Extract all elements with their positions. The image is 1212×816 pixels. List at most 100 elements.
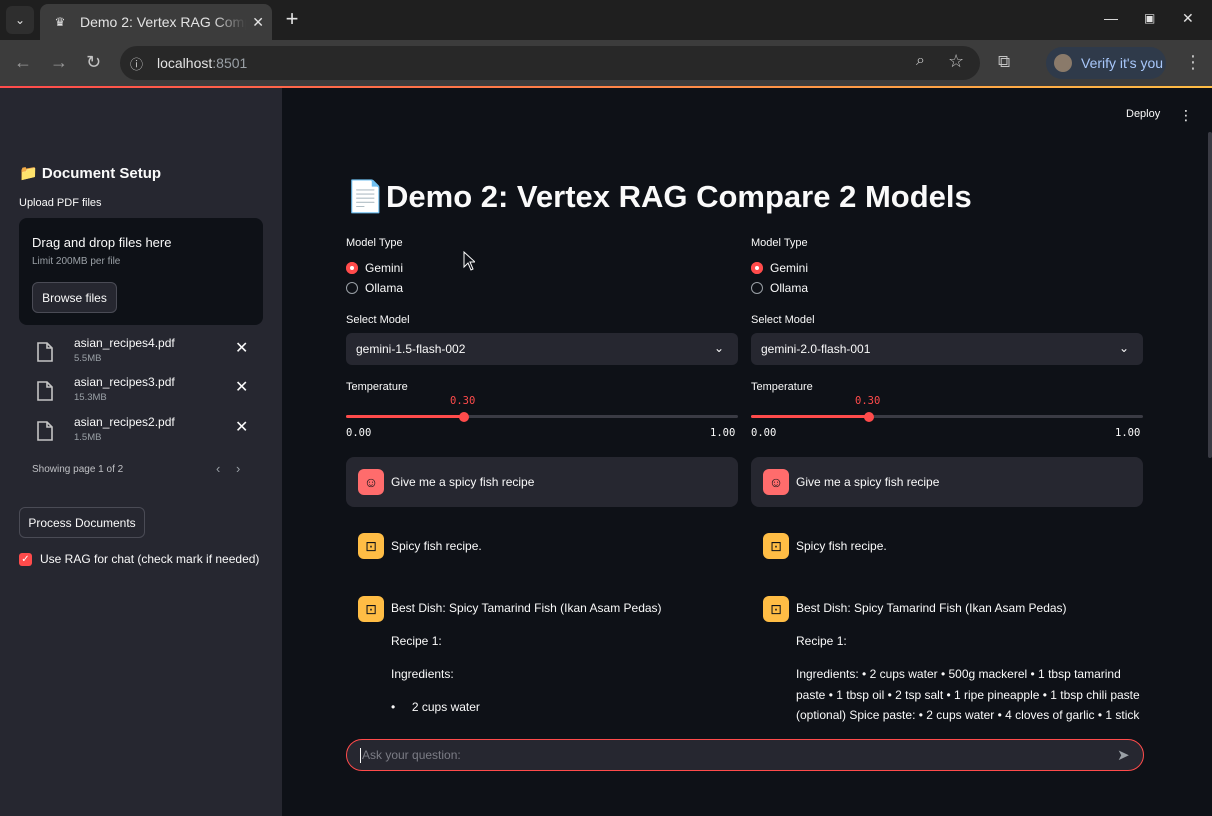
mouse-cursor-icon	[463, 251, 475, 271]
bot-avatar-icon: ⊡	[763, 596, 789, 622]
radio-gemini[interactable]	[751, 262, 763, 274]
bot-message-text: Spicy fish recipe.	[391, 539, 482, 553]
bookmark-star-icon[interactable]: ☆	[948, 51, 964, 72]
temperature-slider-thumb[interactable]	[864, 412, 874, 422]
radio-ollama[interactable]	[346, 282, 358, 294]
pager-text: Showing page 1 of 2	[32, 464, 124, 475]
close-window-icon[interactable]: ✕	[1182, 10, 1194, 27]
bot-answer-recipe: Recipe 1:	[391, 634, 442, 648]
bot-answer-ingredients: Ingredients:	[391, 667, 454, 681]
file-dropzone[interactable]: Drag and drop files here Limit 200MB per…	[19, 218, 263, 325]
dropzone-limit: Limit 200MB per file	[32, 256, 121, 267]
file-size: 1.5MB	[74, 432, 102, 443]
use-rag-checkbox[interactable]: ✓	[19, 553, 32, 566]
zoom-icon[interactable]: ⌕	[916, 52, 925, 70]
radio-gemini[interactable]	[346, 262, 358, 274]
bot-answer-bullet: • 2 cups water	[391, 700, 480, 714]
maximize-icon[interactable]: ▣	[1144, 11, 1155, 25]
chat-input-placeholder: Ask your question:	[362, 748, 461, 762]
browse-files-button[interactable]: Browse files	[32, 282, 117, 313]
verify-label: Verify it's you	[1081, 55, 1164, 71]
bot-answer-ingredients: Ingredients: • 2 cups water • 500g macke…	[796, 667, 1140, 722]
temperature-slider-fill	[346, 415, 464, 418]
tab-search-button[interactable]: ⌄	[6, 6, 34, 34]
reload-icon[interactable]: ↻	[86, 52, 101, 72]
file-icon	[37, 342, 53, 362]
tab-title: Demo 2: Vertex RAG Compare 2 Models	[80, 14, 246, 30]
chevron-down-icon: ⌄	[714, 341, 725, 355]
user-message-text: Give me a spicy fish recipe	[391, 475, 535, 489]
bot-answer-recipe: Recipe 1:	[796, 634, 847, 648]
extensions-icon[interactable]: ⧉	[998, 52, 1010, 72]
sidebar-header: 📁 Document Setup	[19, 164, 161, 182]
back-icon[interactable]: ←	[14, 52, 32, 72]
bot-avatar-icon: ⊡	[358, 533, 384, 559]
folder-icon: 📁	[19, 165, 38, 182]
radio-ollama-label: Ollama	[365, 281, 404, 295]
use-rag-label: Use RAG for chat (check mark if needed)	[40, 552, 260, 566]
previous-page-icon[interactable]: ‹	[216, 461, 220, 476]
temperature-slider-track[interactable]	[751, 415, 1143, 418]
sidebar-header-text: Document Setup	[41, 165, 162, 182]
temperature-value: 0.30	[450, 395, 476, 407]
user-avatar-icon: ☺	[358, 469, 384, 495]
deploy-button[interactable]: Deploy	[1126, 108, 1160, 120]
model-select-value: gemini-1.5-flash-002	[356, 342, 466, 356]
bot-message-text: Spicy fish recipe.	[796, 539, 887, 553]
remove-file-icon[interactable]: ✕	[235, 338, 248, 358]
temperature-min: 0.00	[751, 427, 777, 439]
radio-gemini-label: Gemini	[770, 261, 809, 275]
chat-input[interactable]: Ask your question: ➤	[346, 739, 1144, 771]
app-menu-icon[interactable]: ⋮	[1179, 107, 1193, 124]
file-name: asian_recipes3.pdf	[74, 375, 175, 389]
temperature-min: 0.00	[346, 427, 372, 439]
process-documents-button[interactable]: Process Documents	[19, 507, 145, 538]
radio-ollama[interactable]	[751, 282, 763, 294]
page-title-text: Demo 2: Vertex RAG Compare 2 Models	[386, 179, 972, 214]
url-field[interactable]: ⓘ localhost:8501 ⌕ ☆	[120, 46, 980, 80]
browser-tab-bar: ⌄ ♛ Demo 2: Vertex RAG Compare 2 Models …	[0, 0, 1212, 40]
model-select[interactable]: gemini-2.0-flash-001 ⌄	[751, 333, 1143, 365]
text-caret	[360, 748, 361, 763]
temperature-slider-thumb[interactable]	[459, 412, 469, 422]
page-title: 📄Demo 2: Vertex RAG Compare 2 Models	[346, 178, 972, 215]
minimize-icon[interactable]: —	[1104, 10, 1118, 26]
remove-file-icon[interactable]: ✕	[235, 377, 248, 397]
new-tab-button[interactable]: +	[282, 8, 302, 32]
profile-avatar	[1054, 54, 1072, 72]
model-select[interactable]: gemini-1.5-flash-002 ⌄	[346, 333, 738, 365]
streamlit-favicon-icon: ♛	[54, 15, 66, 29]
browser-tab[interactable]: ♛ Demo 2: Vertex RAG Compare 2 Models ✕	[40, 4, 272, 40]
temperature-max: 1.00	[1115, 427, 1141, 439]
file-icon	[37, 421, 53, 441]
forward-icon[interactable]: →	[50, 52, 68, 72]
tab-close-icon[interactable]: ✕	[252, 14, 264, 31]
temperature-slider-fill	[751, 415, 869, 418]
dropzone-title: Drag and drop files here	[32, 235, 172, 250]
bot-answer-heading: Best Dish: Spicy Tamarind Fish (Ikan Asa…	[391, 601, 662, 615]
temperature-label: Temperature	[751, 381, 813, 393]
uploaded-file-row: asian_recipes3.pdf 15.3MB ✕	[19, 375, 263, 413]
user-avatar-icon: ☺	[763, 469, 789, 495]
model-type-label: Model Type	[346, 237, 403, 249]
verify-identity-button[interactable]: Verify it's you	[1046, 47, 1166, 79]
radio-gemini-label: Gemini	[365, 261, 404, 275]
file-name: asian_recipes4.pdf	[74, 336, 175, 350]
user-chat-message: ☺ Give me a spicy fish recipe	[751, 457, 1143, 507]
bot-avatar-icon: ⊡	[763, 533, 789, 559]
model-select-value: gemini-2.0-flash-001	[761, 342, 871, 356]
next-page-icon[interactable]: ›	[236, 461, 240, 476]
main-scrollbar[interactable]	[1208, 132, 1212, 458]
file-size: 5.5MB	[74, 353, 102, 364]
temperature-max: 1.00	[710, 427, 736, 439]
send-icon[interactable]: ➤	[1117, 746, 1130, 764]
user-message-text: Give me a spicy fish recipe	[796, 475, 940, 489]
temperature-slider-track[interactable]	[346, 415, 738, 418]
site-info-icon[interactable]: ⓘ	[130, 54, 146, 72]
temperature-label: Temperature	[346, 381, 408, 393]
select-model-label: Select Model	[751, 314, 815, 326]
remove-file-icon[interactable]: ✕	[235, 417, 248, 437]
browser-address-bar: ← → ↻ ⓘ localhost:8501 ⌕ ☆ ⧉ Verify it's…	[0, 40, 1212, 86]
temperature-value: 0.30	[855, 395, 881, 407]
browser-menu-icon[interactable]: ⋮	[1184, 52, 1202, 73]
